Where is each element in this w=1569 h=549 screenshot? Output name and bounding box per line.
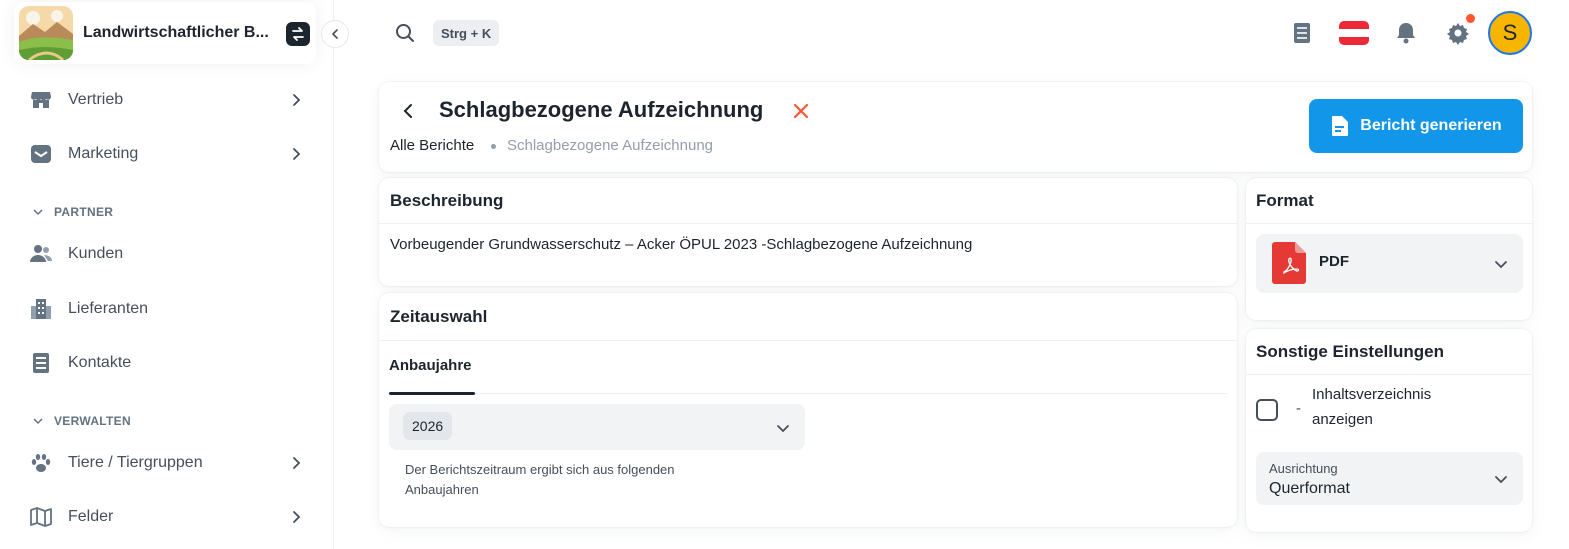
chevron-down-icon — [33, 418, 43, 425]
toc-label[interactable]: Inhaltsverzeichnis anzeigen — [1312, 382, 1462, 432]
sidebar-item-label: Felder — [68, 508, 114, 525]
chevron-right-icon — [293, 457, 301, 469]
orientation-label: Ausrichtung — [1269, 461, 1338, 476]
paw-icon — [28, 450, 54, 476]
chevron-right-icon — [293, 148, 301, 160]
document-icon — [1332, 116, 1349, 136]
description-title: Beschreibung — [390, 191, 504, 210]
chevron-right-icon — [293, 94, 301, 106]
generate-report-button[interactable]: Bericht generieren — [1309, 99, 1523, 153]
chevron-right-icon — [293, 511, 301, 523]
divider — [1246, 374, 1532, 375]
back-arrow-icon[interactable] — [399, 101, 419, 121]
sidebar-item-felder[interactable]: Felder — [28, 497, 308, 537]
format-value: PDF — [1319, 253, 1349, 270]
other-settings-title: Sonstige Einstellungen — [1256, 342, 1444, 361]
divider — [379, 223, 1237, 224]
sidebar-item-label: Kunden — [68, 245, 124, 262]
chevron-down-icon[interactable] — [1493, 471, 1509, 487]
section-title-label: VERWALTEN — [54, 414, 131, 428]
orientation-value: Querformat — [1269, 480, 1350, 497]
sidebar-item-vertrieb[interactable]: Vertrieb — [28, 80, 308, 120]
sidebar-item-kontakte[interactable]: Kontakte — [28, 343, 308, 383]
sidebar-item-lieferanten[interactable]: Lieferanten — [28, 289, 308, 329]
year-chip[interactable]: 2026 — [403, 412, 453, 440]
contact-book-icon — [28, 350, 54, 376]
pdf-icon — [1272, 242, 1306, 289]
sidebar-item-label: Lieferanten — [68, 300, 149, 317]
users-icon — [28, 241, 54, 267]
description-text: Vorbeugender Grundwasserschutz – Acker Ö… — [390, 236, 973, 253]
breadcrumb-alle-berichte[interactable]: Alle Berichte — [390, 137, 474, 154]
sidebar-item-kunden[interactable]: Kunden — [28, 234, 308, 274]
chevron-left-icon — [331, 29, 338, 39]
year-helper-text: Der Berichtszeitraum ergibt sich aus fol… — [405, 462, 675, 497]
section-partner[interactable]: PARTNER — [32, 205, 113, 219]
search-icon[interactable] — [394, 22, 416, 44]
swap-icon[interactable] — [286, 22, 310, 46]
toc-checkbox[interactable] — [1256, 399, 1278, 421]
tab-indicator — [389, 392, 475, 395]
sidebar-item-label: Marketing — [68, 145, 139, 162]
page-title: Schlagbezogene Aufzeichnung — [439, 97, 764, 122]
close-icon[interactable] — [791, 101, 811, 121]
austria-flag-icon[interactable] — [1339, 18, 1369, 48]
search-shortcut[interactable]: Strg + K — [433, 20, 500, 46]
workspace-name: Landwirtschaftlicher B... — [83, 24, 268, 41]
description-card — [379, 178, 1237, 286]
sidebar-item-label: Kontakte — [68, 354, 132, 371]
chevron-down-icon[interactable] — [775, 420, 791, 436]
breadcrumb-separator — [491, 144, 496, 149]
collapse-sidebar-button[interactable] — [321, 20, 349, 48]
divider — [379, 340, 1237, 341]
sidebar-item-tiere[interactable]: Tiere / Tiergruppen — [28, 443, 308, 483]
workspace-switcher[interactable]: Landwirtschaftlicher B... — [14, 2, 316, 64]
generate-report-label: Bericht generieren — [1360, 117, 1502, 134]
chevron-down-icon — [33, 209, 43, 216]
section-verwalten[interactable]: VERWALTEN — [32, 414, 131, 428]
map-icon — [28, 504, 54, 530]
section-title-label: PARTNER — [54, 205, 114, 219]
avatar[interactable]: S — [1488, 11, 1532, 55]
time-selection-title: Zeitauswahl — [390, 307, 488, 326]
divider — [1246, 223, 1532, 224]
bell-icon[interactable] — [1391, 18, 1421, 48]
format-title: Format — [1256, 191, 1314, 210]
notification-dot — [1466, 14, 1475, 23]
breadcrumb-current: Schlagbezogene Aufzeichnung — [507, 137, 714, 154]
store-icon — [28, 87, 54, 113]
tabs-divider — [389, 393, 1227, 394]
book-icon[interactable] — [1287, 18, 1317, 48]
tab-anbaujahre[interactable]: Anbaujahre — [389, 357, 472, 374]
mailbox-icon — [28, 141, 54, 167]
farm-logo — [19, 6, 73, 60]
building-icon — [28, 296, 54, 322]
sidebar-item-marketing[interactable]: Marketing — [28, 134, 308, 174]
sidebar: Landwirtschaftlicher B... Vertrieb Marke… — [0, 0, 334, 549]
chevron-down-icon[interactable] — [1493, 256, 1509, 272]
sidebar-item-label: Tiere / Tiergruppen — [68, 454, 203, 471]
toc-prefix: - — [1296, 400, 1301, 417]
sidebar-item-label: Vertrieb — [68, 91, 124, 108]
